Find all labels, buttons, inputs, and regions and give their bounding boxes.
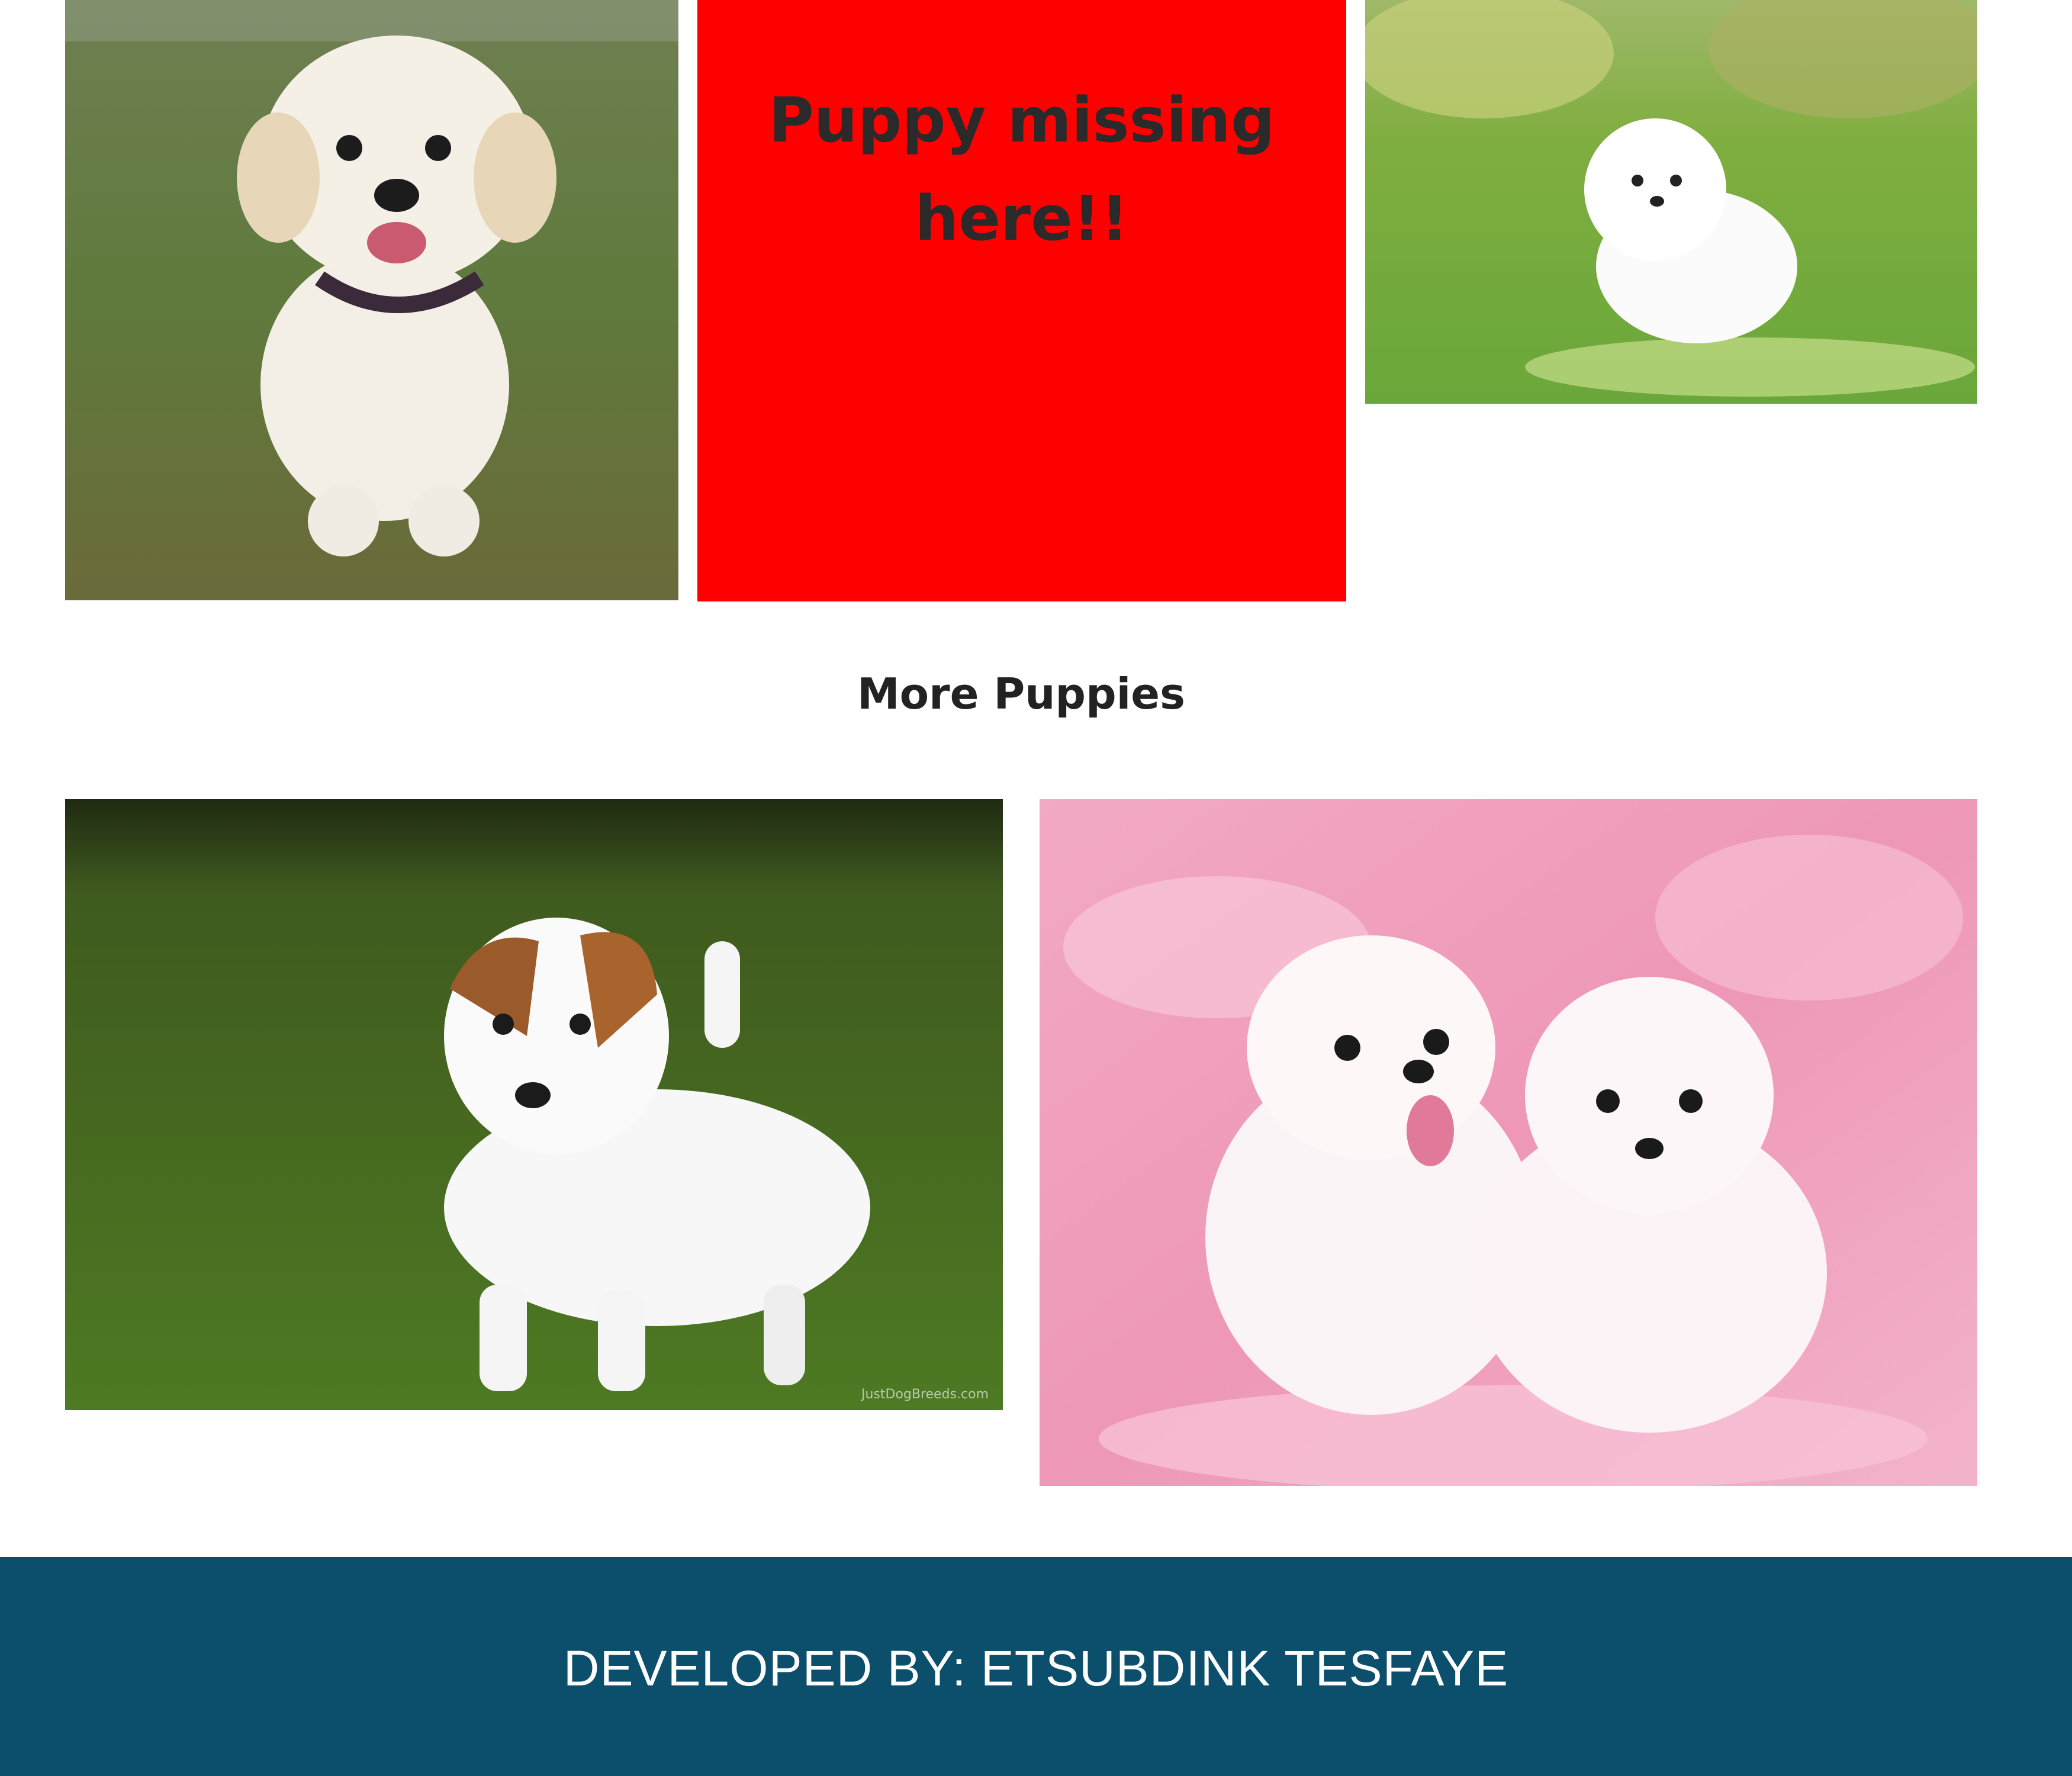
missing-text-line-1: Puppy missing (768, 84, 1275, 156)
missing-text-line-2: here!! (915, 182, 1129, 255)
section-heading: More Puppies (857, 669, 1185, 719)
footer: DEVELOPED BY: ETSUBDINK TESFAYE (0, 1557, 2072, 1776)
puppy-photo-5 (1040, 799, 1977, 1486)
puppy-photo-1 (65, 0, 678, 600)
missing-puppy-placeholder: Puppy missing here!! (697, 0, 1346, 601)
puppy-photo-4: JustDogBreeds.com (65, 799, 1003, 1410)
photo-watermark: JustDogBreeds.com (860, 1387, 989, 1402)
puppy-photo-3 (1365, 0, 1977, 404)
missing-puppy-text: Puppy missing here!! (697, 71, 1346, 268)
footer-credit: DEVELOPED BY: ETSUBDINK TESFAYE (563, 1640, 1509, 1696)
